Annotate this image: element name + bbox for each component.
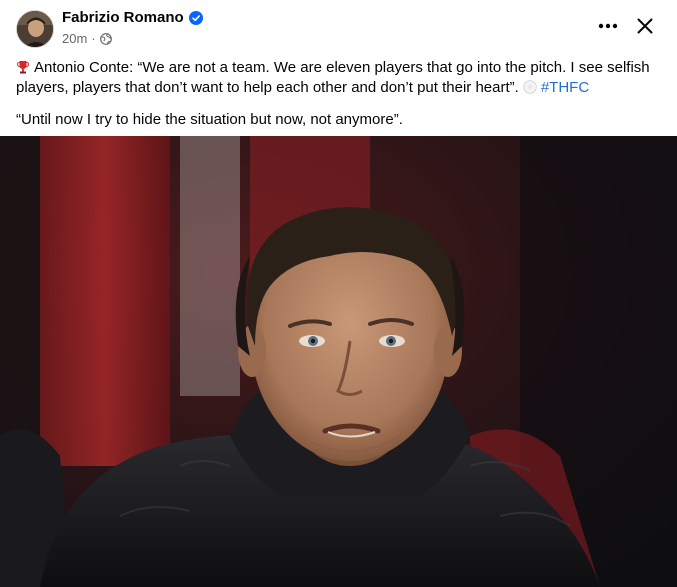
close-button[interactable] <box>631 12 659 40</box>
post-timestamp[interactable]: 20m <box>62 31 87 46</box>
author-name[interactable]: Fabrizio Romano <box>62 9 184 26</box>
more-options-icon <box>598 23 618 29</box>
author-avatar[interactable] <box>16 10 54 48</box>
post-photo[interactable] <box>0 136 677 587</box>
post-text: Antonio Conte: “We are not a team. We ar… <box>16 58 661 130</box>
verified-badge-icon <box>188 10 203 25</box>
author-line: Fabrizio Romano <box>62 9 203 26</box>
facebook-post: Fabrizio Romano 20m · Antonio Conte: “We… <box>0 0 677 587</box>
more-options-button[interactable] <box>594 12 622 40</box>
globe-icon[interactable] <box>99 32 112 45</box>
trophy-emoji-icon <box>16 60 30 74</box>
close-icon <box>637 18 653 34</box>
post-paragraph-1: Antonio Conte: “We are not a team. We ar… <box>16 58 661 98</box>
football-emoji-icon <box>523 80 537 94</box>
meta-separator: · <box>91 31 96 46</box>
hashtag-link[interactable]: #THFC <box>541 79 589 96</box>
post-meta: 20m · <box>62 31 112 46</box>
post-header: Fabrizio Romano 20m · <box>0 0 677 56</box>
post-paragraph-2: “Until now I try to hide the situation b… <box>16 111 403 128</box>
